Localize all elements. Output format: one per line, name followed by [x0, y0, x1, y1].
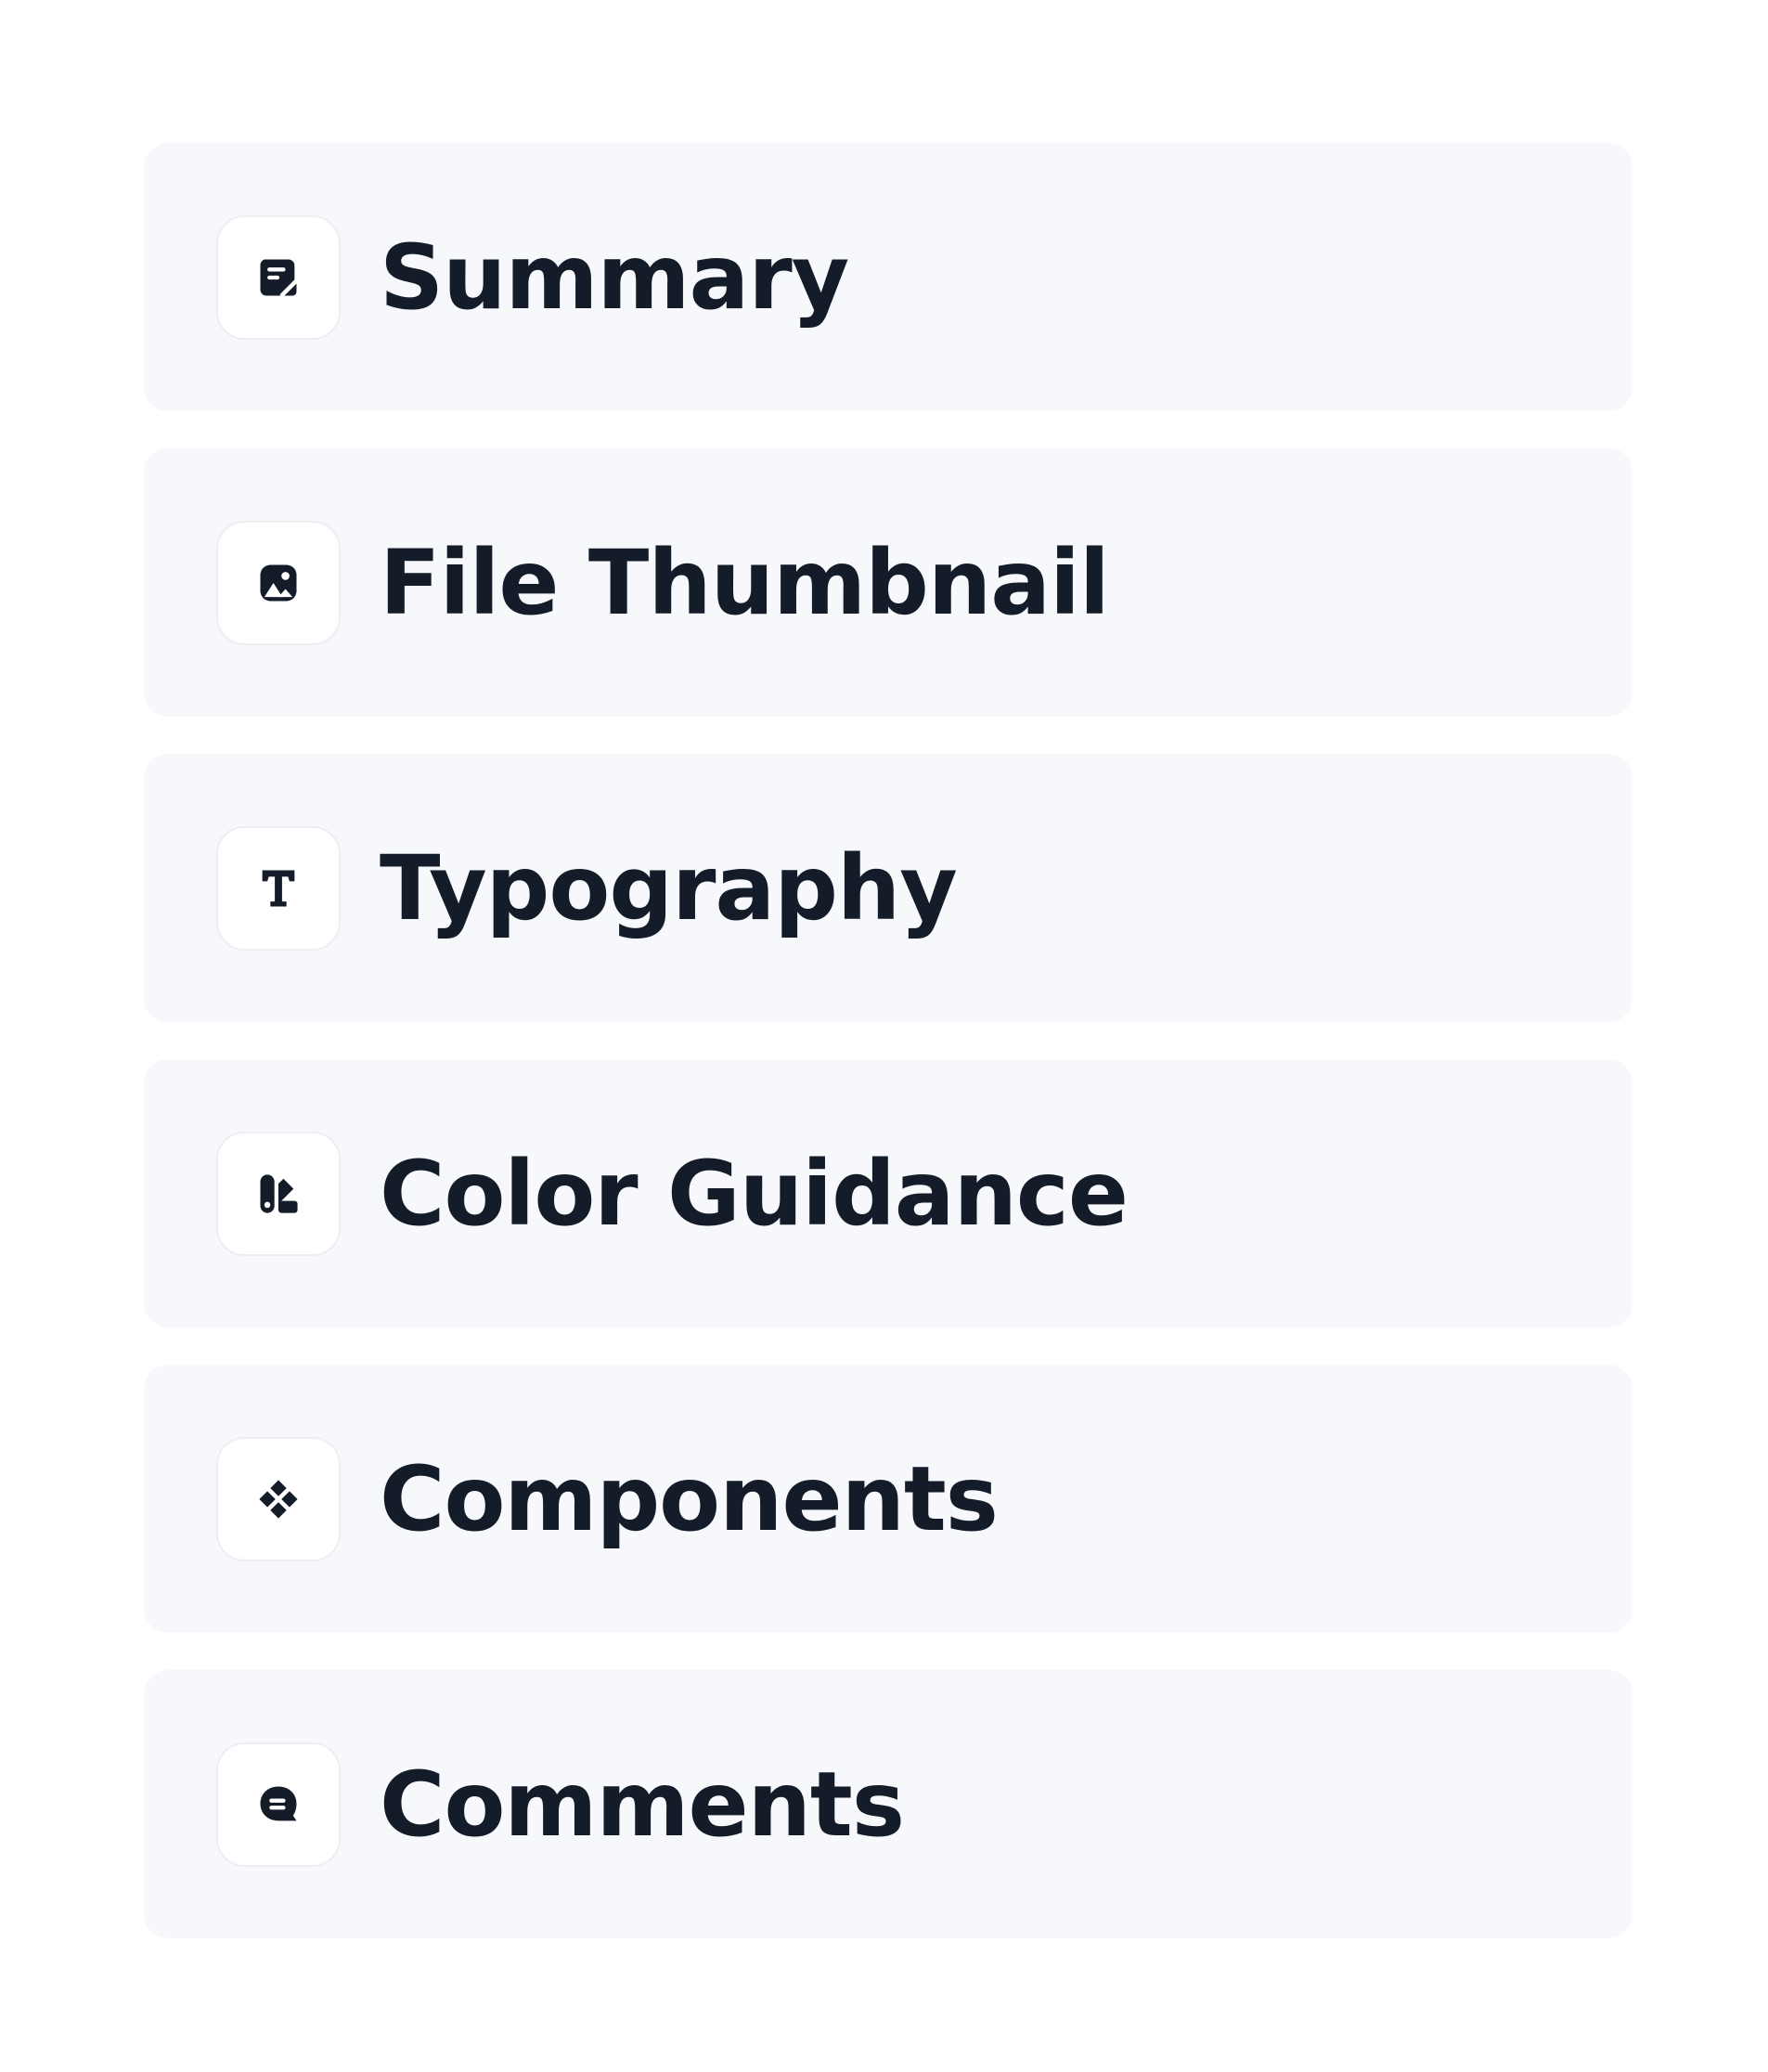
item-label: Components [380, 1446, 999, 1551]
item-label: File Thumbnail [380, 530, 1110, 635]
image-icon [260, 564, 297, 601]
section-list: Summary File Thumbnail Typography Color … [144, 143, 1632, 1938]
list-item-summary[interactable]: Summary [144, 143, 1632, 411]
item-label: Summary [380, 225, 849, 330]
comment-icon [260, 1786, 297, 1820]
list-item-file-thumbnail[interactable]: File Thumbnail [144, 448, 1632, 717]
list-item-comments[interactable]: Comments [144, 1670, 1632, 1938]
item-label: Typography [380, 835, 958, 940]
components-icon [259, 1479, 298, 1519]
list-item-color-guidance[interactable]: Color Guidance [144, 1059, 1632, 1327]
color-guidance-icon-box [216, 1131, 341, 1256]
list-item-typography[interactable]: Typography [144, 754, 1632, 1022]
swatch-icon [260, 1173, 298, 1213]
list-item-components[interactable]: Components [144, 1365, 1632, 1633]
components-icon-box [216, 1436, 341, 1561]
typography-icon-box [216, 825, 341, 951]
note-icon [260, 259, 297, 297]
summary-icon-box [216, 214, 341, 340]
item-label: Color Guidance [380, 1141, 1129, 1246]
text-icon [262, 870, 295, 906]
item-label: Comments [380, 1752, 905, 1857]
file-thumbnail-icon-box [216, 520, 341, 645]
comments-icon-box [216, 1742, 341, 1867]
